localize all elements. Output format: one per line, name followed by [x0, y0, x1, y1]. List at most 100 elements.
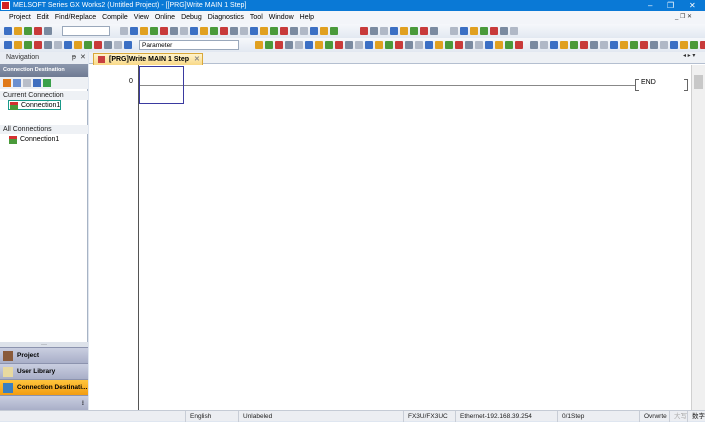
toolbar-button-icon[interactable] — [124, 41, 132, 49]
toolbar-button-icon[interactable] — [410, 27, 418, 35]
toolbar-button-icon[interactable] — [475, 41, 483, 49]
toolbar-button-icon[interactable] — [690, 41, 698, 49]
toolbar-button-icon[interactable] — [280, 27, 288, 35]
toolbar-button-icon[interactable] — [330, 27, 338, 35]
toolbar-button-icon[interactable] — [260, 27, 268, 35]
toolbar-button-icon[interactable] — [4, 41, 12, 49]
toolbar-button-icon[interactable] — [420, 27, 428, 35]
toolbar-button-icon[interactable] — [14, 41, 22, 49]
toolbar-button-icon[interactable] — [200, 27, 208, 35]
toolbar-button-icon[interactable] — [320, 27, 328, 35]
toolbar-button-icon[interactable] — [140, 27, 148, 35]
vertical-scrollbar[interactable] — [691, 65, 705, 410]
toolbar-button-icon[interactable] — [505, 41, 513, 49]
pin-icon[interactable]: ᵽ — [72, 52, 76, 64]
menu-diagnostics[interactable]: Diagnostics — [208, 11, 244, 24]
toolbar-button-icon[interactable] — [425, 41, 433, 49]
toolbar-button-icon[interactable] — [495, 41, 503, 49]
toolbar-button-icon[interactable] — [34, 27, 42, 35]
toolbar-button-icon[interactable] — [610, 41, 618, 49]
toolbar-button-icon[interactable] — [455, 41, 463, 49]
minimize-button[interactable]: – — [648, 0, 652, 11]
toolbar-button-icon[interactable] — [590, 41, 598, 49]
toolbar-combo-1[interactable] — [62, 26, 110, 36]
tab-close-icon[interactable]: ✕ — [194, 54, 200, 65]
menu-find-replace[interactable]: Find/Replace — [55, 11, 96, 24]
toolbar-button-icon[interactable] — [114, 41, 122, 49]
close-button[interactable]: ✕ — [689, 0, 696, 11]
toolbar-button-icon[interactable] — [285, 41, 293, 49]
toolbar-button-icon[interactable] — [295, 41, 303, 49]
toolbar-button-icon[interactable] — [190, 27, 198, 35]
toolbar-button-icon[interactable] — [335, 41, 343, 49]
tab-nav-arrows[interactable]: ◂ ▸ ▾ — [683, 52, 695, 59]
toolbar-button-icon[interactable] — [380, 27, 388, 35]
menu-window[interactable]: Window — [269, 11, 294, 24]
toolbar-button-icon[interactable] — [24, 27, 32, 35]
toolbar-button-icon[interactable] — [325, 41, 333, 49]
toolbar-button-icon[interactable] — [670, 41, 678, 49]
toolbar-button-icon[interactable] — [310, 27, 318, 35]
menu-tool[interactable]: Tool — [250, 11, 263, 24]
toolbar-button-icon[interactable] — [660, 41, 668, 49]
current-connection-item[interactable]: Connection1 — [8, 100, 61, 110]
copy-icon[interactable] — [13, 79, 21, 87]
toolbar-button-icon[interactable] — [395, 41, 403, 49]
menu-compile[interactable]: Compile — [102, 11, 128, 24]
toolbar-button-icon[interactable] — [180, 27, 188, 35]
toolbar-button-icon[interactable] — [650, 41, 658, 49]
menu-view[interactable]: View — [134, 11, 149, 24]
toolbar-button-icon[interactable] — [14, 27, 22, 35]
toolbar-button-icon[interactable] — [470, 27, 478, 35]
toolbar-button-icon[interactable] — [385, 41, 393, 49]
toolbar-button-icon[interactable] — [460, 27, 468, 35]
toolbar-button-icon[interactable] — [640, 41, 648, 49]
toolbar-button-icon[interactable] — [220, 27, 228, 35]
toolbar-button-icon[interactable] — [275, 41, 283, 49]
toolbar-button-icon[interactable] — [270, 27, 278, 35]
toolbar-button-icon[interactable] — [64, 41, 72, 49]
toolbar-button-icon[interactable] — [54, 41, 62, 49]
new-connection-icon[interactable] — [3, 79, 11, 87]
toolbar-button-icon[interactable] — [405, 41, 413, 49]
toolbar-button-icon[interactable] — [390, 27, 398, 35]
nav-more-button[interactable]: ⁝ — [0, 395, 88, 410]
toolbar-button-icon[interactable] — [480, 27, 488, 35]
parameter-combo[interactable]: Parameter — [139, 40, 239, 50]
toolbar-button-icon[interactable] — [400, 27, 408, 35]
properties-icon[interactable] — [33, 79, 41, 87]
toolbar-button-icon[interactable] — [240, 27, 248, 35]
toolbar-button-icon[interactable] — [375, 41, 383, 49]
toolbar-button-icon[interactable] — [34, 41, 42, 49]
toolbar-button-icon[interactable] — [365, 41, 373, 49]
toolbar-button-icon[interactable] — [600, 41, 608, 49]
nav-button-project[interactable]: Project — [0, 347, 88, 363]
toolbar-button-icon[interactable] — [160, 27, 168, 35]
toolbar-button-icon[interactable] — [265, 41, 273, 49]
toolbar-button-icon[interactable] — [170, 27, 178, 35]
refresh-icon[interactable] — [43, 79, 51, 87]
toolbar-button-icon[interactable] — [500, 27, 508, 35]
toolbar-button-icon[interactable] — [435, 41, 443, 49]
menu-project[interactable]: Project — [9, 11, 31, 24]
toolbar-button-icon[interactable] — [490, 27, 498, 35]
toolbar-button-icon[interactable] — [4, 27, 12, 35]
menu-help[interactable]: Help — [300, 11, 314, 24]
toolbar-button-icon[interactable] — [485, 41, 493, 49]
toolbar-button-icon[interactable] — [550, 41, 558, 49]
toolbar-button-icon[interactable] — [74, 41, 82, 49]
toolbar-button-icon[interactable] — [84, 41, 92, 49]
toolbar-button-icon[interactable] — [345, 41, 353, 49]
all-connection-item[interactable]: Connection1 — [8, 135, 60, 145]
toolbar-button-icon[interactable] — [44, 27, 52, 35]
toolbar-button-icon[interactable] — [94, 41, 102, 49]
menu-online[interactable]: Online — [155, 11, 175, 24]
toolbar-button-icon[interactable] — [515, 41, 523, 49]
toolbar-button-icon[interactable] — [580, 41, 588, 49]
restore-button[interactable]: ❐ — [667, 0, 674, 11]
toolbar-button-icon[interactable] — [450, 27, 458, 35]
toolbar-button-icon[interactable] — [150, 27, 158, 35]
nav-close-icon[interactable]: ✕ — [80, 52, 86, 64]
toolbar-button-icon[interactable] — [700, 41, 705, 49]
toolbar-button-icon[interactable] — [255, 41, 263, 49]
